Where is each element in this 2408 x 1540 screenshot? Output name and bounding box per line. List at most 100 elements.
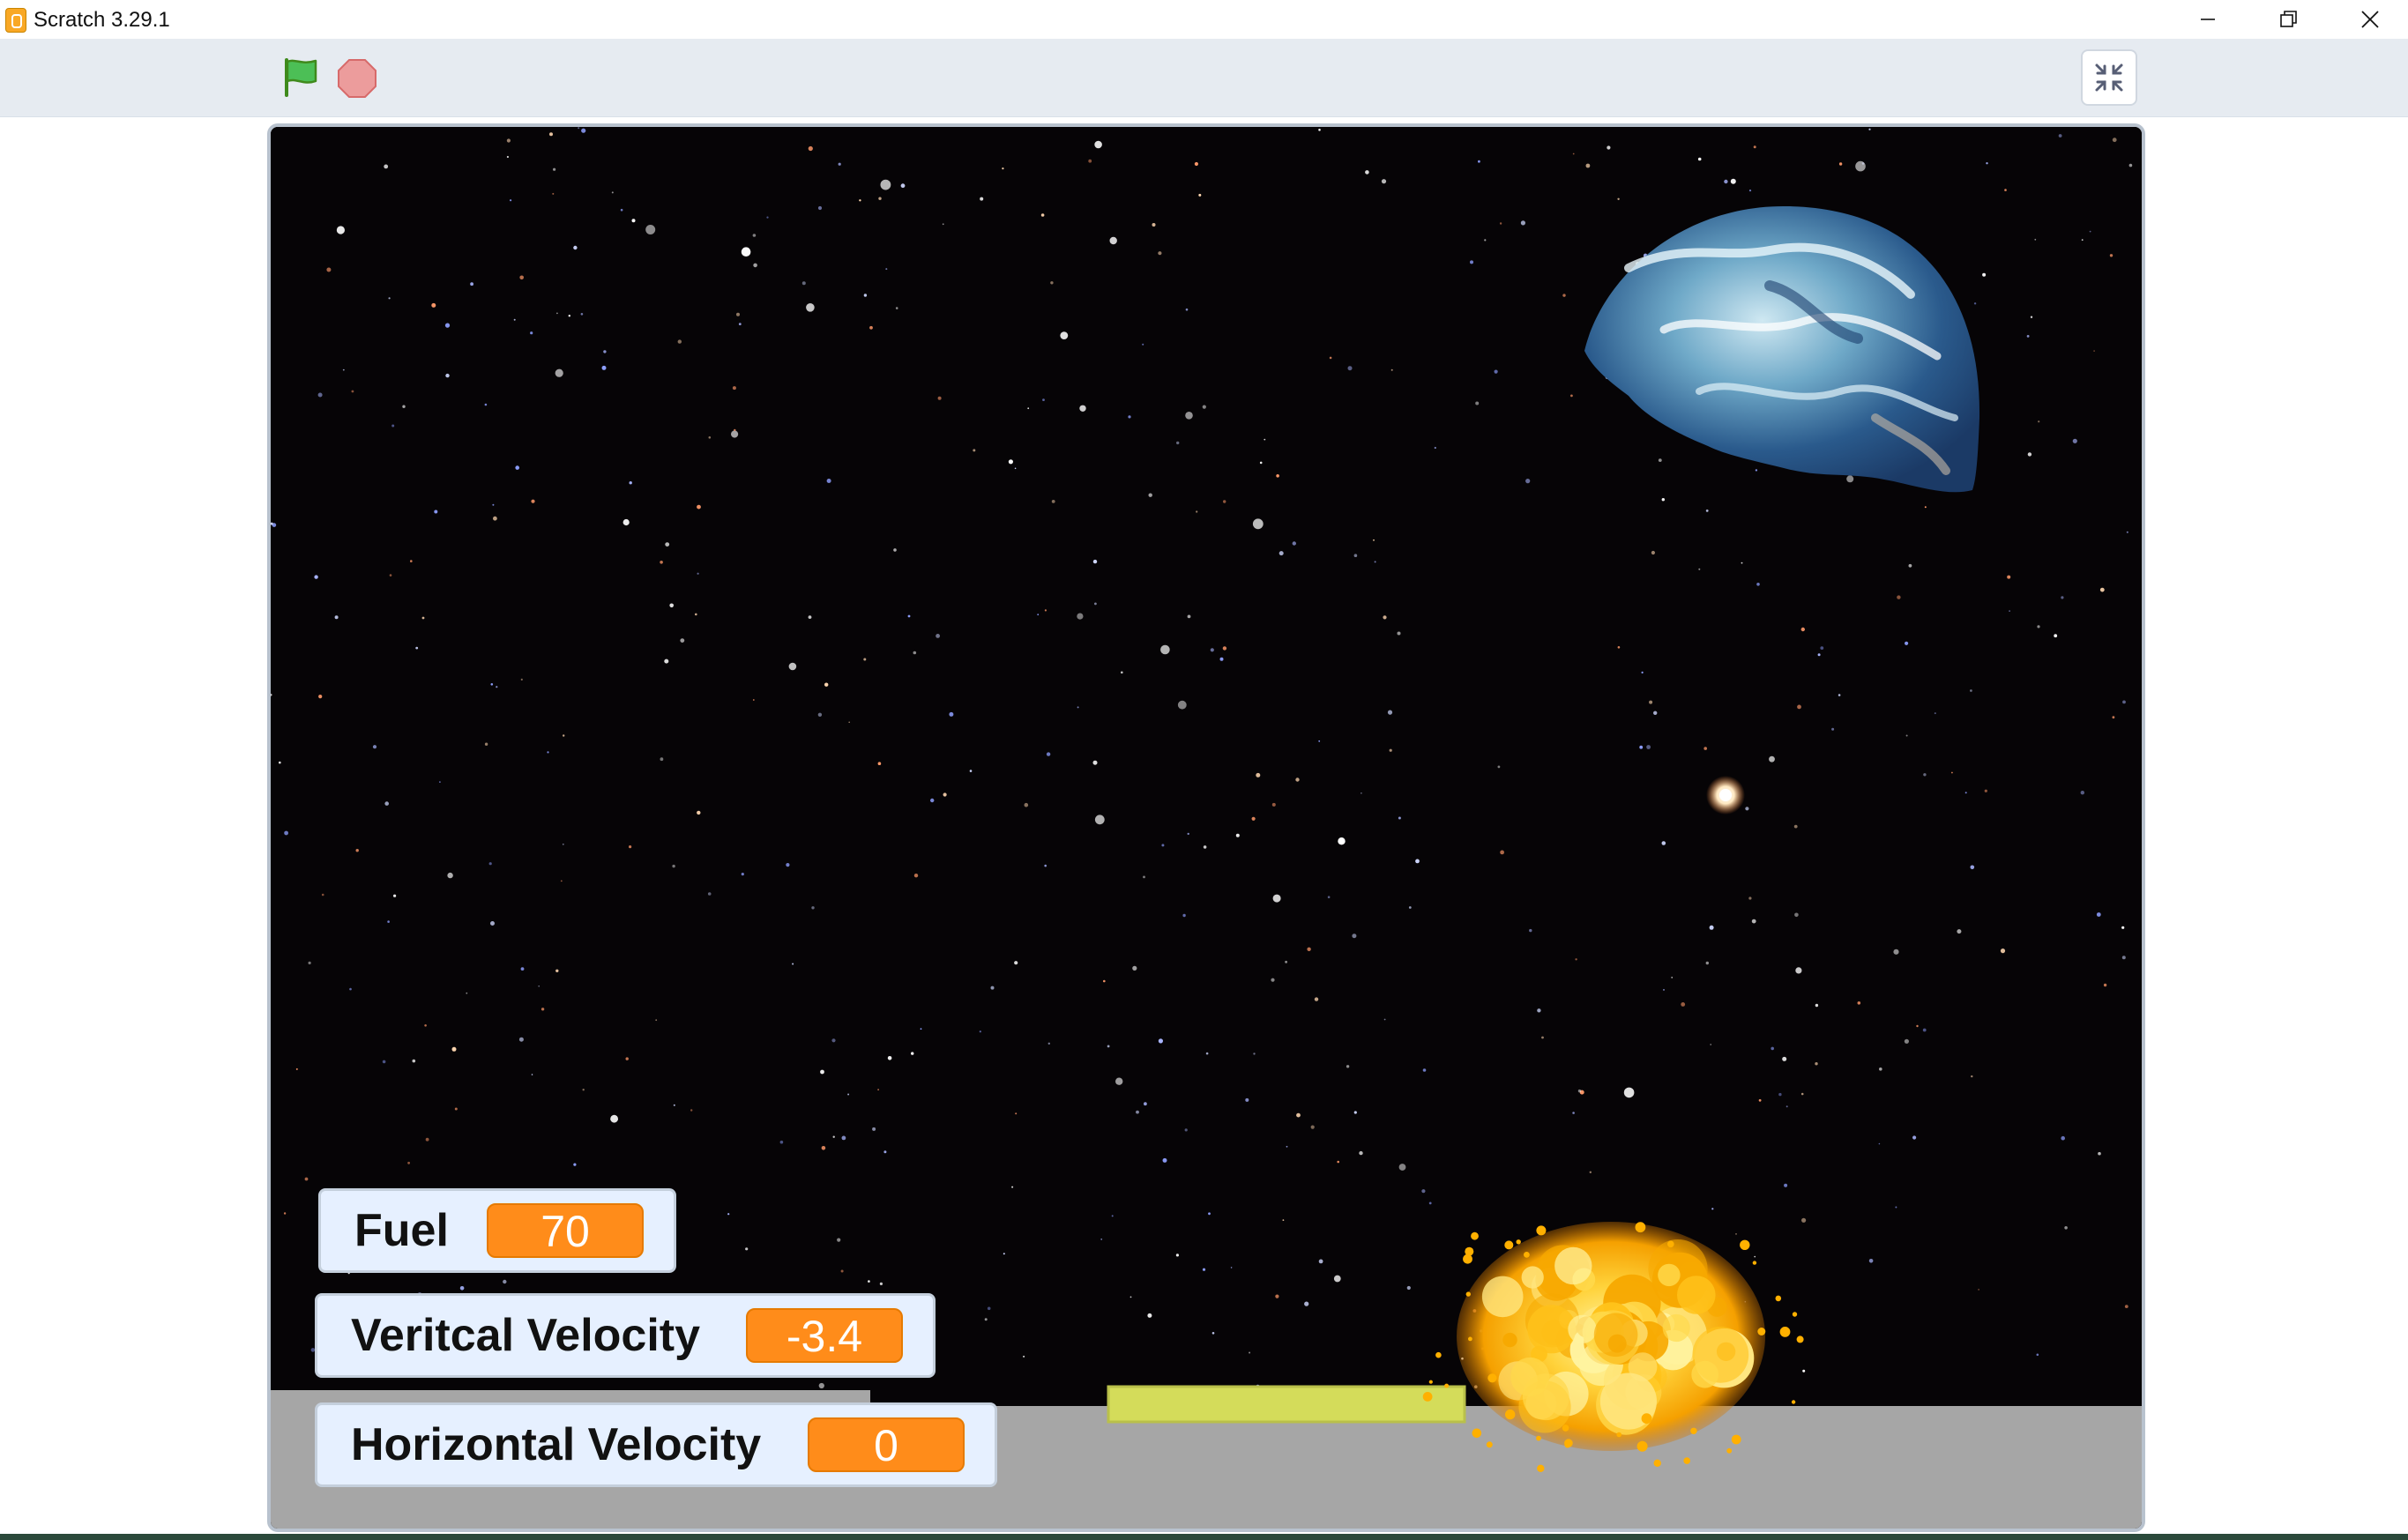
- explosion-spark: [1471, 1231, 1479, 1240]
- stage[interactable]: Fuel 70 Veritcal Velocity -3.4 Horizonta…: [267, 123, 2145, 1532]
- star: [1572, 153, 1575, 155]
- star: [1617, 197, 1620, 200]
- star: [1711, 1208, 1714, 1210]
- star: [1256, 772, 1261, 777]
- star: [1970, 689, 1972, 692]
- star: [1815, 1062, 1818, 1066]
- star: [1730, 178, 1736, 184]
- star: [342, 368, 345, 371]
- star: [519, 275, 524, 280]
- star: [1497, 765, 1501, 769]
- star: [893, 548, 897, 552]
- star: [848, 721, 850, 724]
- star: [1575, 958, 1577, 961]
- star: [1724, 179, 1728, 184]
- star: [1623, 1087, 1635, 1098]
- unfullscreen-button[interactable]: [2081, 49, 2137, 106]
- star: [1541, 1036, 1544, 1039]
- green-flag-icon[interactable]: [280, 56, 321, 99]
- star: [1272, 894, 1281, 903]
- star: [1037, 614, 1040, 616]
- star: [727, 1213, 730, 1216]
- star: [2121, 956, 2126, 960]
- star: [660, 561, 663, 564]
- star: [407, 1161, 410, 1164]
- star: [1895, 1206, 1897, 1209]
- star: [1160, 644, 1170, 655]
- star: [1855, 160, 1866, 172]
- star: [1285, 960, 1287, 963]
- monitor-fuel: Fuel 70: [318, 1188, 676, 1273]
- star: [582, 1089, 585, 1091]
- star: [492, 503, 495, 506]
- star: [979, 1030, 981, 1033]
- restore-button[interactable]: [2248, 0, 2330, 39]
- star: [660, 757, 664, 762]
- star: [1973, 302, 1977, 305]
- star: [549, 132, 553, 137]
- star: [1778, 1092, 1782, 1097]
- star: [388, 297, 391, 300]
- star: [779, 1140, 784, 1144]
- star: [556, 312, 558, 315]
- monitor-value-horizontal-velocity: 0: [808, 1417, 965, 1472]
- star: [538, 985, 540, 987]
- star: [801, 281, 806, 286]
- star: [1924, 506, 1927, 509]
- star: [484, 742, 488, 746]
- star: [1040, 213, 1045, 217]
- star: [895, 307, 898, 309]
- star: [930, 798, 935, 803]
- star: [439, 781, 441, 783]
- close-button[interactable]: [2330, 0, 2408, 39]
- restore-icon: [2280, 11, 2297, 27]
- star: [1011, 1186, 1014, 1188]
- explosion-spark: [1468, 1336, 1472, 1342]
- star: [555, 969, 559, 972]
- star: [808, 615, 812, 619]
- star: [820, 1069, 824, 1075]
- star: [1027, 407, 1030, 410]
- star: [1184, 1128, 1188, 1132]
- star: [506, 138, 511, 143]
- star: [402, 405, 406, 408]
- star: [1161, 844, 1165, 847]
- star: [530, 331, 533, 335]
- star: [2037, 625, 2040, 629]
- star: [2093, 350, 2095, 352]
- explosion-spark: [1731, 1434, 1741, 1445]
- star: [707, 892, 712, 896]
- star: [2030, 316, 2033, 318]
- star: [1838, 694, 1841, 696]
- star: [1044, 864, 1047, 867]
- star: [1475, 401, 1480, 405]
- star: [1148, 493, 1152, 497]
- close-icon: [2361, 11, 2379, 28]
- star: [942, 223, 944, 226]
- star: [2124, 1305, 2128, 1308]
- star: [1015, 1112, 1018, 1115]
- star: [697, 572, 699, 575]
- star: [444, 323, 451, 328]
- star: [1697, 157, 1702, 161]
- star: [1800, 1092, 1804, 1096]
- star: [334, 615, 339, 620]
- stop-icon[interactable]: [337, 58, 377, 99]
- star: [1389, 748, 1392, 752]
- star: [1658, 458, 1662, 462]
- star: [1132, 965, 1137, 971]
- star: [2096, 912, 2101, 917]
- star: [496, 686, 498, 688]
- star: [506, 155, 509, 159]
- monitor-label-vertical-velocity: Veritcal Velocity: [351, 1310, 701, 1361]
- star: [1735, 1233, 1737, 1235]
- minimize-button[interactable]: [2167, 0, 2248, 39]
- star: [425, 1137, 429, 1142]
- star: [1398, 1164, 1406, 1171]
- star: [984, 1318, 988, 1321]
- star: [552, 192, 555, 195]
- star: [1115, 1077, 1123, 1085]
- star: [973, 449, 976, 452]
- explosion-spark: [1487, 1373, 1497, 1383]
- star: [1755, 469, 1758, 472]
